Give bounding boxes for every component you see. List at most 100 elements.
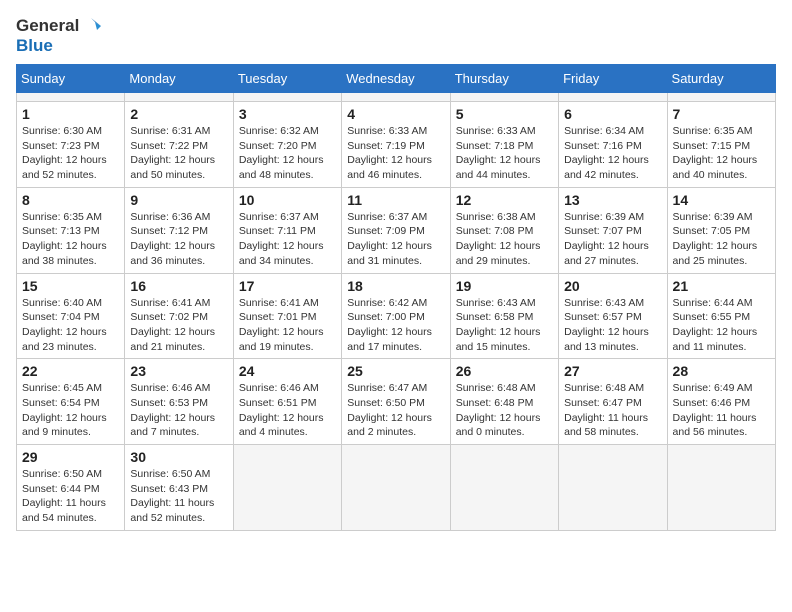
calendar-cell xyxy=(450,445,558,531)
week-row-5: 29Sunrise: 6:50 AMSunset: 6:44 PMDayligh… xyxy=(17,445,776,531)
calendar-cell xyxy=(559,93,667,102)
day-number: 10 xyxy=(239,192,336,208)
day-info: Sunrise: 6:39 AMSunset: 7:05 PMDaylight:… xyxy=(673,210,770,269)
logo-blue: Blue xyxy=(16,36,53,56)
calendar-cell: 23Sunrise: 6:46 AMSunset: 6:53 PMDayligh… xyxy=(125,359,233,445)
day-number: 22 xyxy=(22,363,119,379)
calendar-cell: 3 Sunrise: 6:32 AMSunset: 7:20 PMDaylight… xyxy=(233,102,341,188)
weekday-header-tuesday: Tuesday xyxy=(233,65,341,93)
weekday-header-row: SundayMondayTuesdayWednesdayThursdayFrid… xyxy=(17,65,776,93)
weekday-header-thursday: Thursday xyxy=(450,65,558,93)
calendar-cell xyxy=(233,93,341,102)
calendar-cell: 19Sunrise: 6:43 AMSunset: 6:58 PMDayligh… xyxy=(450,273,558,359)
day-info: Sunrise: 6:44 AMSunset: 6:55 PMDaylight:… xyxy=(673,296,770,355)
calendar-cell: 25 Sunrise: 6:47 AMSunset: 6:50 PMDayligh… xyxy=(342,359,450,445)
weekday-header-friday: Friday xyxy=(559,65,667,93)
day-number: 3 xyxy=(239,106,336,122)
day-number: 25 xyxy=(347,363,444,379)
calendar-cell: 27 Sunrise: 6:48 AMSunset: 6:47 PMDayligh… xyxy=(559,359,667,445)
calendar-cell: 11 Sunrise: 6:37 AMSunset: 7:09 PMDayligh… xyxy=(342,187,450,273)
weekday-header-wednesday: Wednesday xyxy=(342,65,450,93)
week-row-0 xyxy=(17,93,776,102)
calendar-cell xyxy=(450,93,558,102)
calendar-cell: 22 Sunrise: 6:45 AMSunset: 6:54 PMDayligh… xyxy=(17,359,125,445)
day-number: 20 xyxy=(564,278,661,294)
day-number: 21 xyxy=(673,278,770,294)
logo: General Blue xyxy=(16,16,101,56)
calendar-cell: 12Sunrise: 6:38 AMSunset: 7:08 PMDayligh… xyxy=(450,187,558,273)
week-row-1: 1 Sunrise: 6:30 AMSunset: 7:23 PMDaylight… xyxy=(17,102,776,188)
day-info: Sunrise: 6:38 AMSunset: 7:08 PMDaylight:… xyxy=(456,210,553,269)
calendar-cell: 13Sunrise: 6:39 AMSunset: 7:07 PMDayligh… xyxy=(559,187,667,273)
day-info: Sunrise: 6:50 AMSunset: 6:44 PMDaylight:… xyxy=(22,467,119,526)
day-number: 19 xyxy=(456,278,553,294)
calendar-cell: 28Sunrise: 6:49 AMSunset: 6:46 PMDayligh… xyxy=(667,359,775,445)
day-number: 4 xyxy=(347,106,444,122)
day-info: Sunrise: 6:41 AMSunset: 7:02 PMDaylight:… xyxy=(130,296,227,355)
day-info: Sunrise: 6:35 AMSunset: 7:13 PMDaylight:… xyxy=(22,210,119,269)
day-info: Sunrise: 6:50 AMSunset: 6:43 PMDaylight:… xyxy=(130,467,227,526)
day-number: 9 xyxy=(130,192,227,208)
day-number: 11 xyxy=(347,192,444,208)
calendar-cell: 17Sunrise: 6:41 AMSunset: 7:01 PMDayligh… xyxy=(233,273,341,359)
day-info: Sunrise: 6:45 AMSunset: 6:54 PMDaylight:… xyxy=(22,381,119,440)
day-info: Sunrise: 6:47 AMSunset: 6:50 PMDaylight:… xyxy=(347,381,444,440)
day-number: 5 xyxy=(456,106,553,122)
weekday-header-saturday: Saturday xyxy=(667,65,775,93)
calendar-cell: 4 Sunrise: 6:33 AMSunset: 7:19 PMDaylight… xyxy=(342,102,450,188)
calendar-cell: 20 Sunrise: 6:43 AMSunset: 6:57 PMDayligh… xyxy=(559,273,667,359)
day-info: Sunrise: 6:30 AMSunset: 7:23 PMDaylight:… xyxy=(22,124,119,183)
day-number: 17 xyxy=(239,278,336,294)
header: General Blue xyxy=(16,16,776,56)
week-row-4: 22 Sunrise: 6:45 AMSunset: 6:54 PMDayligh… xyxy=(17,359,776,445)
day-number: 30 xyxy=(130,449,227,465)
day-info: Sunrise: 6:35 AMSunset: 7:15 PMDaylight:… xyxy=(673,124,770,183)
day-info: Sunrise: 6:43 AMSunset: 6:57 PMDaylight:… xyxy=(564,296,661,355)
weekday-header-monday: Monday xyxy=(125,65,233,93)
day-number: 26 xyxy=(456,363,553,379)
calendar-cell: 16 Sunrise: 6:41 AMSunset: 7:02 PMDayligh… xyxy=(125,273,233,359)
calendar-cell: 30 Sunrise: 6:50 AMSunset: 6:43 PMDayligh… xyxy=(125,445,233,531)
day-info: Sunrise: 6:31 AMSunset: 7:22 PMDaylight:… xyxy=(130,124,227,183)
day-info: Sunrise: 6:39 AMSunset: 7:07 PMDaylight:… xyxy=(564,210,661,269)
calendar-cell xyxy=(17,93,125,102)
calendar-cell: 14Sunrise: 6:39 AMSunset: 7:05 PMDayligh… xyxy=(667,187,775,273)
calendar-cell: 15Sunrise: 6:40 AMSunset: 7:04 PMDayligh… xyxy=(17,273,125,359)
logo-bird-icon xyxy=(81,16,101,36)
calendar-cell: 8Sunrise: 6:35 AMSunset: 7:13 PMDaylight… xyxy=(17,187,125,273)
calendar-cell: 26 Sunrise: 6:48 AMSunset: 6:48 PMDayligh… xyxy=(450,359,558,445)
day-number: 24 xyxy=(239,363,336,379)
day-number: 23 xyxy=(130,363,227,379)
calendar-cell: 6Sunrise: 6:34 AMSunset: 7:16 PMDaylight… xyxy=(559,102,667,188)
day-info: Sunrise: 6:33 AMSunset: 7:19 PMDaylight:… xyxy=(347,124,444,183)
day-info: Sunrise: 6:36 AMSunset: 7:12 PMDaylight:… xyxy=(130,210,227,269)
day-number: 1 xyxy=(22,106,119,122)
day-number: 15 xyxy=(22,278,119,294)
day-number: 2 xyxy=(130,106,227,122)
calendar-cell xyxy=(342,445,450,531)
calendar-cell: 24 Sunrise: 6:46 AMSunset: 6:51 PMDayligh… xyxy=(233,359,341,445)
day-info: Sunrise: 6:37 AMSunset: 7:11 PMDaylight:… xyxy=(239,210,336,269)
day-number: 27 xyxy=(564,363,661,379)
calendar-cell: 1 Sunrise: 6:30 AMSunset: 7:23 PMDaylight… xyxy=(17,102,125,188)
day-info: Sunrise: 6:48 AMSunset: 6:48 PMDaylight:… xyxy=(456,381,553,440)
day-info: Sunrise: 6:32 AMSunset: 7:20 PMDaylight:… xyxy=(239,124,336,183)
day-number: 18 xyxy=(347,278,444,294)
day-info: Sunrise: 6:46 AMSunset: 6:51 PMDaylight:… xyxy=(239,381,336,440)
calendar-cell: 2 Sunrise: 6:31 AMSunset: 7:22 PMDaylight… xyxy=(125,102,233,188)
calendar-cell: 29Sunrise: 6:50 AMSunset: 6:44 PMDayligh… xyxy=(17,445,125,531)
day-number: 28 xyxy=(673,363,770,379)
calendar-cell xyxy=(667,445,775,531)
calendar-cell: 5 Sunrise: 6:33 AMSunset: 7:18 PMDaylight… xyxy=(450,102,558,188)
day-info: Sunrise: 6:37 AMSunset: 7:09 PMDaylight:… xyxy=(347,210,444,269)
day-info: Sunrise: 6:33 AMSunset: 7:18 PMDaylight:… xyxy=(456,124,553,183)
week-row-2: 8Sunrise: 6:35 AMSunset: 7:13 PMDaylight… xyxy=(17,187,776,273)
calendar: SundayMondayTuesdayWednesdayThursdayFrid… xyxy=(16,64,776,531)
calendar-cell: 7Sunrise: 6:35 AMSunset: 7:15 PMDaylight… xyxy=(667,102,775,188)
weekday-header-sunday: Sunday xyxy=(17,65,125,93)
day-number: 16 xyxy=(130,278,227,294)
day-info: Sunrise: 6:48 AMSunset: 6:47 PMDaylight:… xyxy=(564,381,661,440)
logo-container: General Blue xyxy=(16,16,101,56)
calendar-cell xyxy=(342,93,450,102)
calendar-cell: 9 Sunrise: 6:36 AMSunset: 7:12 PMDaylight… xyxy=(125,187,233,273)
